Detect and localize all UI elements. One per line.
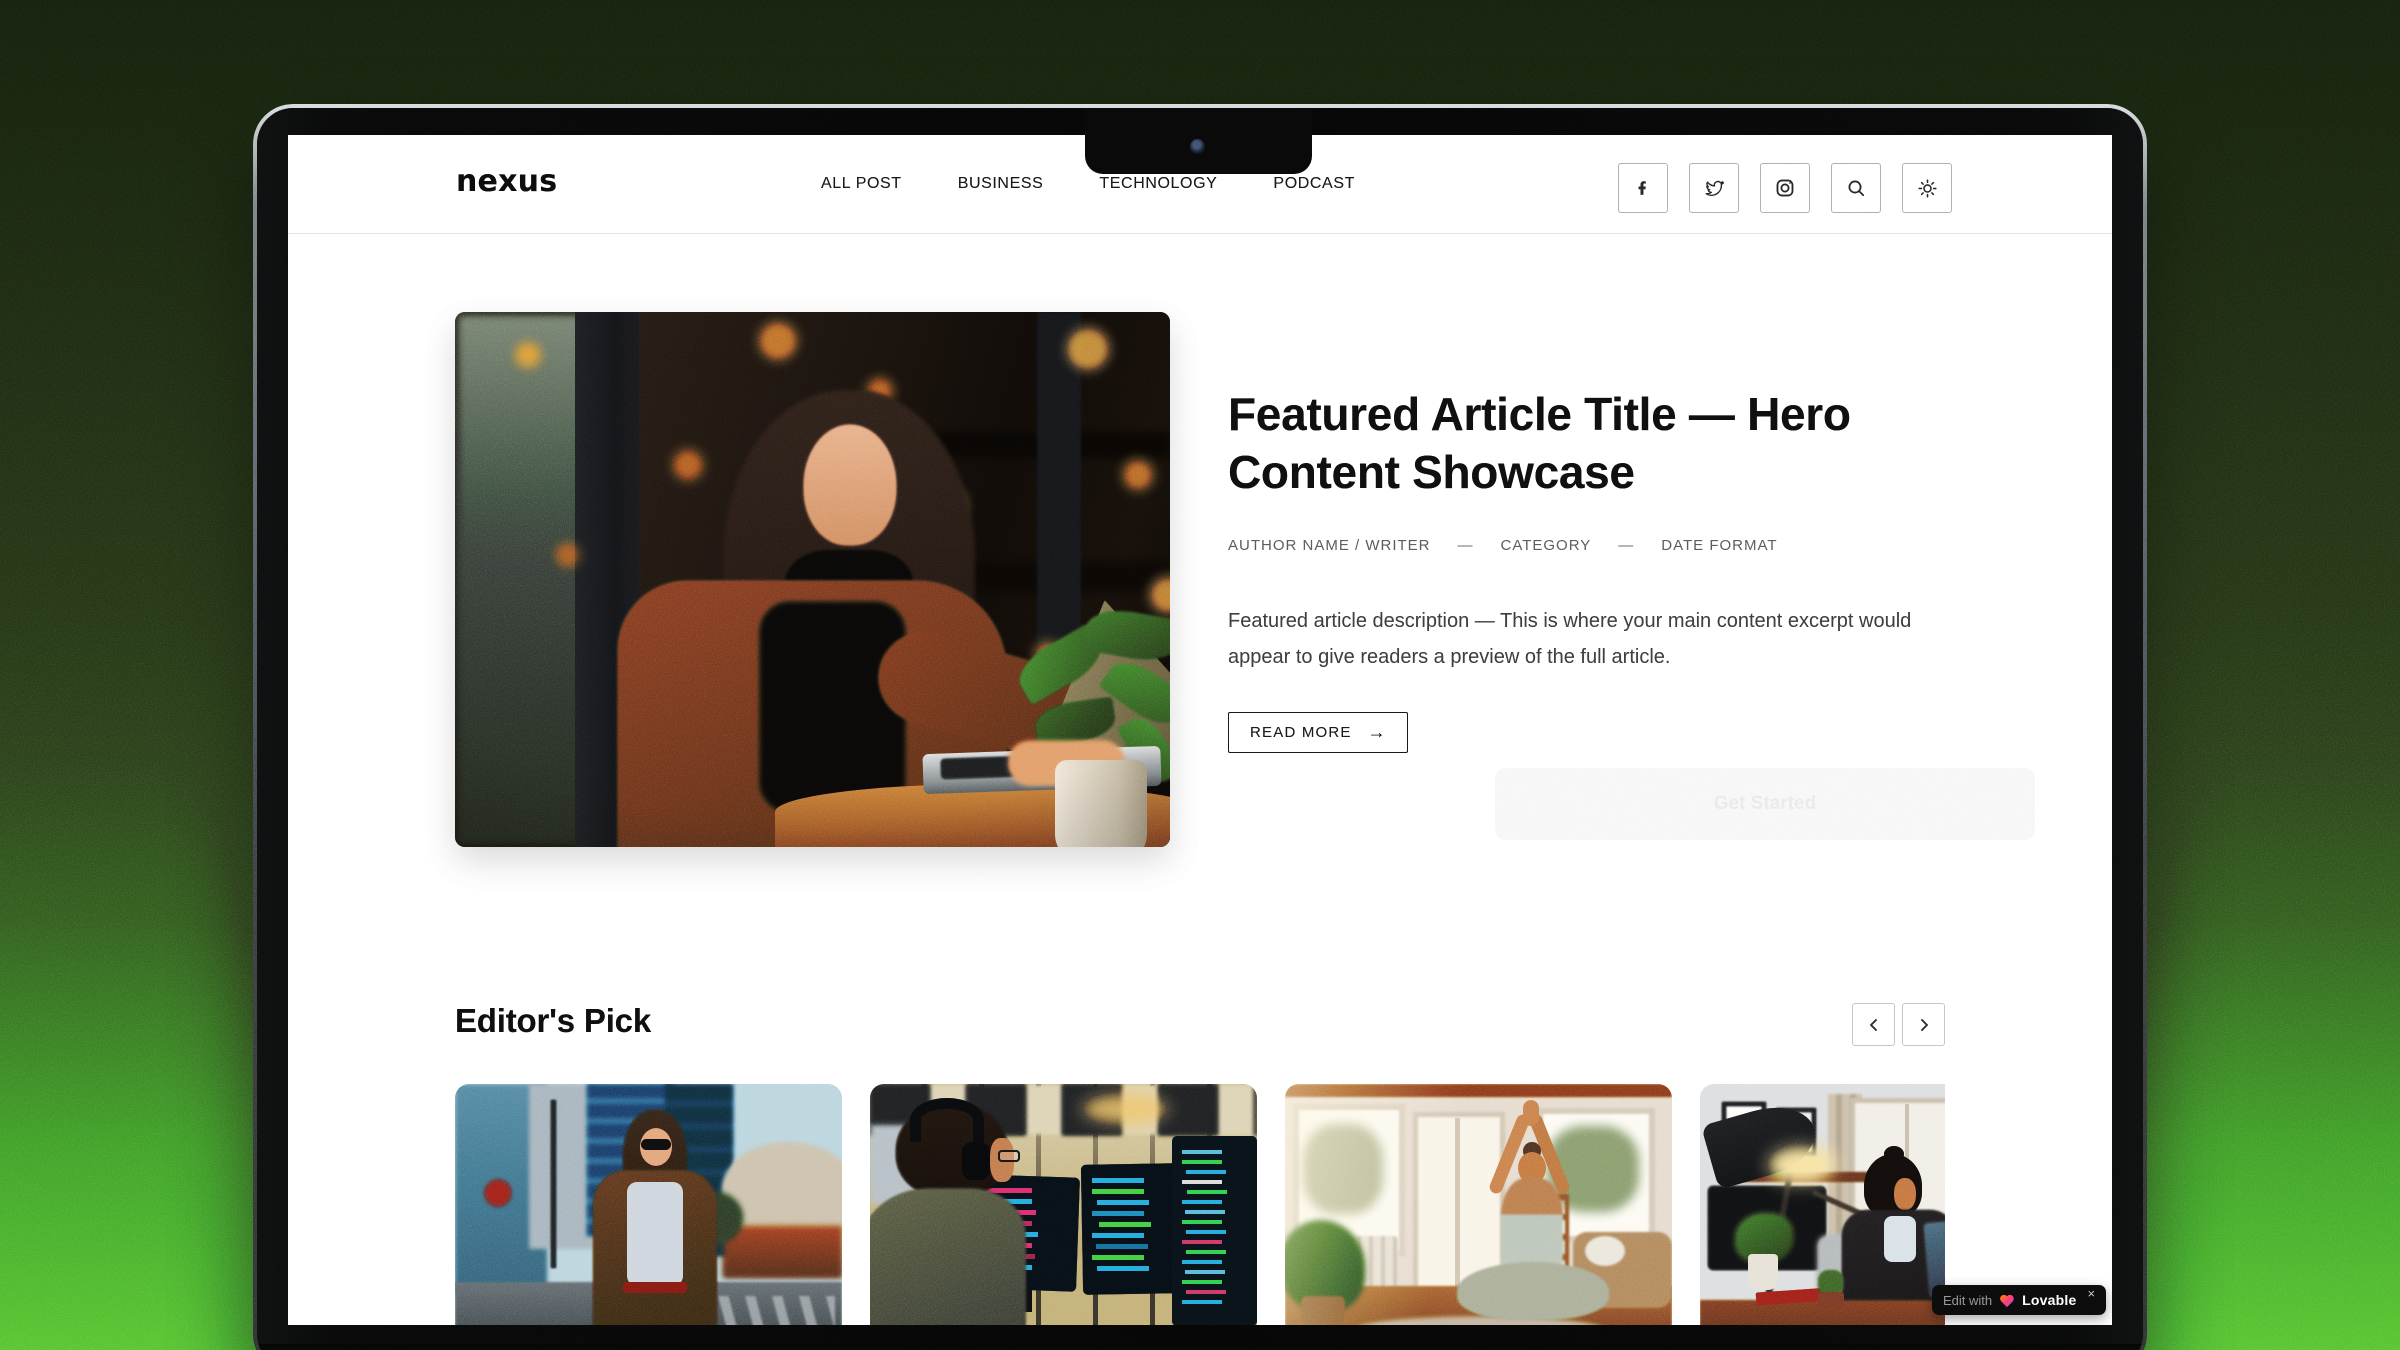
badge-close-icon[interactable]: ×	[2087, 1288, 2095, 1300]
edit-with-lovable-badge[interactable]: Edit with Lovable ×	[1932, 1285, 2106, 1315]
instagram-button[interactable]	[1760, 163, 1810, 213]
lovable-heart-icon	[1999, 1293, 2015, 1308]
search-icon	[1846, 178, 1866, 198]
desktop-background: nexus ALL POST BUSINESS TECHNOLOGY PODCA…	[0, 0, 2400, 1350]
header-icon-bar	[1618, 163, 1952, 213]
badge-prefix: Edit with	[1943, 1293, 1992, 1308]
nav-podcast[interactable]: PODCAST	[1273, 176, 1355, 192]
theme-toggle-button[interactable]	[1902, 163, 1952, 213]
read-more-button[interactable]: READ MORE →	[1228, 712, 1408, 753]
meta-separator: —	[1458, 537, 1474, 554]
headphones	[910, 1098, 984, 1142]
editors-pick-card-street-style[interactable]	[455, 1084, 842, 1325]
featured-hero-image[interactable]	[455, 312, 1170, 847]
chevron-left-icon	[1867, 1018, 1881, 1032]
featured-article-title[interactable]: Featured Article Title — Hero Content Sh…	[1228, 385, 1918, 501]
nav-technology[interactable]: TECHNOLOGY	[1099, 176, 1217, 192]
code-lines	[1182, 1150, 1222, 1154]
laptop-mockup: nexus ALL POST BUSINESS TECHNOLOGY PODCA…	[253, 104, 2147, 1350]
facebook-icon	[1633, 178, 1653, 198]
ghost-get-started-button: Get Started	[1495, 768, 2035, 840]
laptop-screen: nexus ALL POST BUSINESS TECHNOLOGY PODCA…	[288, 135, 2112, 1325]
instagram-icon	[1775, 178, 1795, 198]
read-more-label: READ MORE	[1250, 724, 1352, 741]
featured-description: Featured article description — This is w…	[1228, 603, 1976, 675]
header-divider	[288, 233, 2112, 234]
arrow-right-icon: →	[1368, 722, 1386, 743]
code-lines	[1092, 1178, 1144, 1183]
laptop-notch	[1085, 108, 1312, 174]
featured-meta: AUTHOR NAME / WRITER — CATEGORY — DATE F…	[1228, 537, 1778, 554]
nav-business[interactable]: BUSINESS	[958, 176, 1044, 192]
date-label: DATE FORMAT	[1661, 537, 1777, 554]
nav-all-post[interactable]: ALL POST	[821, 176, 902, 192]
editors-pick-card-developer[interactable]	[870, 1084, 1257, 1325]
chevron-right-icon	[1917, 1018, 1931, 1032]
twitter-icon	[1704, 178, 1725, 199]
badge-brand: Lovable	[2022, 1292, 2076, 1308]
editors-pick-card-home-office[interactable]	[1700, 1084, 1945, 1325]
laptop-bezel: nexus ALL POST BUSINESS TECHNOLOGY PODCA…	[257, 108, 2143, 1350]
meta-separator: —	[1618, 537, 1634, 554]
sunglasses	[641, 1139, 671, 1150]
carousel-controls	[1852, 1003, 1945, 1046]
laptop-hinge	[257, 1344, 2143, 1350]
category-label[interactable]: CATEGORY	[1501, 537, 1592, 554]
glasses	[998, 1150, 1020, 1162]
theme-sun-icon	[1917, 178, 1938, 199]
author-name[interactable]: AUTHOR NAME / WRITER	[1228, 537, 1431, 554]
main-nav: ALL POST BUSINESS TECHNOLOGY PODCAST	[821, 176, 1355, 192]
twitter-button[interactable]	[1689, 163, 1739, 213]
editors-pick-heading: Editor's Pick	[455, 1001, 651, 1041]
site-logo[interactable]: nexus	[456, 165, 557, 199]
carousel-prev-button[interactable]	[1852, 1003, 1895, 1046]
facebook-button[interactable]	[1618, 163, 1668, 213]
editors-pick-card-yoga[interactable]	[1285, 1084, 1672, 1325]
editors-pick-carousel	[455, 1084, 1945, 1325]
webcam-icon	[1190, 139, 1205, 154]
carousel-next-button[interactable]	[1902, 1003, 1945, 1046]
search-button[interactable]	[1831, 163, 1881, 213]
